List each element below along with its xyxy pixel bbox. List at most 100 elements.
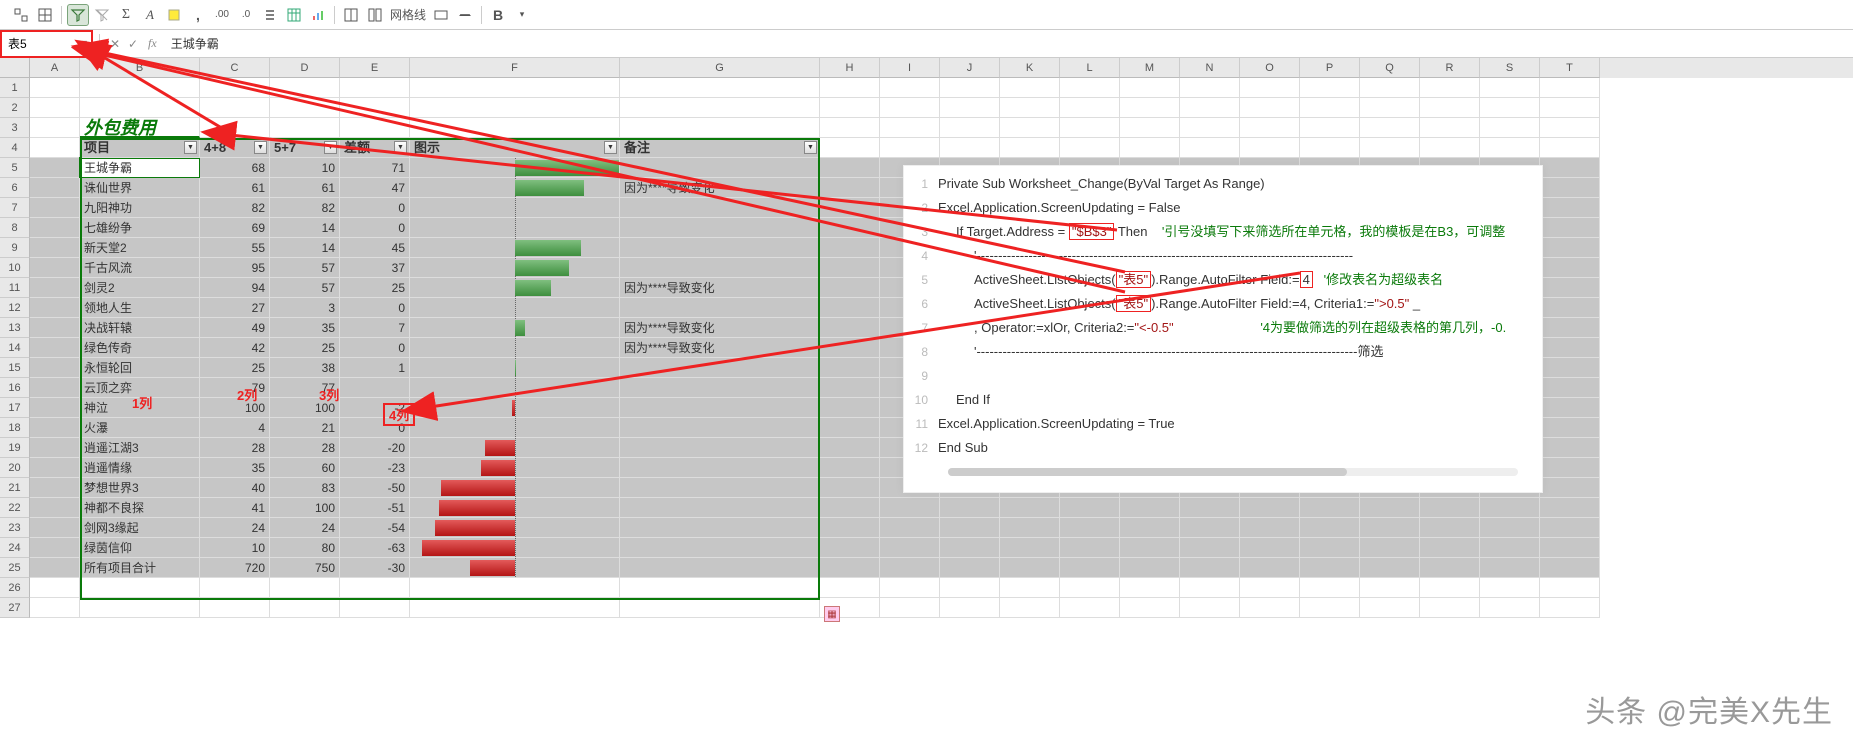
cell[interactable] (1540, 418, 1600, 438)
cell[interactable] (410, 378, 620, 398)
cell[interactable] (30, 338, 80, 358)
cell[interactable] (620, 258, 820, 278)
cell[interactable]: 750 (270, 558, 340, 578)
list-button[interactable] (259, 4, 281, 26)
col-header[interactable]: M (1120, 58, 1180, 78)
cell[interactable] (30, 398, 80, 418)
col-header[interactable]: A (30, 58, 80, 78)
cell[interactable]: 梦想世界3 (80, 478, 200, 498)
row-header[interactable]: 11 (0, 278, 30, 298)
cell[interactable] (820, 458, 880, 478)
cell[interactable]: 100 (200, 398, 270, 418)
cell[interactable] (1300, 558, 1360, 578)
cell[interactable] (940, 78, 1000, 98)
cell[interactable]: 71 (340, 158, 410, 178)
col-header[interactable]: D (270, 58, 340, 78)
cell[interactable] (270, 78, 340, 98)
cell[interactable] (1060, 498, 1120, 518)
cell[interactable] (410, 118, 620, 138)
cell[interactable] (620, 358, 820, 378)
row-header[interactable]: 17 (0, 398, 30, 418)
toolbar-btn-2[interactable] (34, 4, 56, 26)
cell[interactable]: 40 (200, 478, 270, 498)
cell[interactable] (1540, 338, 1600, 358)
cell[interactable]: 47 (340, 178, 410, 198)
cell[interactable] (820, 418, 880, 438)
cell[interactable] (30, 538, 80, 558)
filter-dropdown[interactable]: ▼ (254, 141, 267, 154)
col-header[interactable]: B (80, 58, 200, 78)
filter-dropdown[interactable]: ▼ (184, 141, 197, 154)
cell[interactable] (410, 238, 620, 258)
row-header[interactable]: 4 (0, 138, 30, 158)
cell[interactable] (880, 498, 940, 518)
cell[interactable] (1480, 578, 1540, 598)
cell[interactable] (1300, 118, 1360, 138)
cell[interactable] (410, 178, 620, 198)
cell[interactable] (620, 518, 820, 538)
cell[interactable] (820, 78, 880, 98)
filter-dropdown[interactable]: ▼ (604, 141, 617, 154)
cell[interactable] (1240, 98, 1300, 118)
cell[interactable] (820, 178, 880, 198)
col-header[interactable]: E (340, 58, 410, 78)
cell[interactable] (1120, 558, 1180, 578)
cell[interactable]: 61 (270, 178, 340, 198)
cell[interactable] (620, 378, 820, 398)
cell[interactable] (1000, 498, 1060, 518)
cell[interactable] (620, 98, 820, 118)
cell[interactable] (620, 538, 820, 558)
cell[interactable] (940, 538, 1000, 558)
fx-icon[interactable]: fx (142, 36, 163, 51)
cell[interactable] (1120, 578, 1180, 598)
cell[interactable] (820, 338, 880, 358)
cell[interactable] (1240, 138, 1300, 158)
cell[interactable] (620, 478, 820, 498)
cell[interactable]: 38 (270, 358, 340, 378)
row-header[interactable]: 12 (0, 298, 30, 318)
cell[interactable]: 83 (270, 478, 340, 498)
cell[interactable] (1540, 98, 1600, 118)
col-header[interactable]: N (1180, 58, 1240, 78)
filter-button[interactable] (67, 4, 89, 26)
cell[interactable] (1360, 118, 1420, 138)
cell[interactable] (1180, 138, 1240, 158)
cell[interactable] (1180, 498, 1240, 518)
col-header[interactable]: O (1240, 58, 1300, 78)
cell[interactable] (1420, 498, 1480, 518)
cell[interactable] (1060, 558, 1120, 578)
cell[interactable] (410, 98, 620, 118)
cell[interactable] (1540, 298, 1600, 318)
cell[interactable] (620, 498, 820, 518)
cell[interactable] (880, 538, 940, 558)
cell[interactable] (1060, 98, 1120, 118)
cell[interactable]: 95 (200, 258, 270, 278)
cell[interactable] (820, 578, 880, 598)
cell[interactable] (1120, 78, 1180, 98)
cell[interactable] (410, 278, 620, 298)
cell[interactable]: 剑网3缘起 (80, 518, 200, 538)
row-header[interactable]: 26 (0, 578, 30, 598)
cell[interactable] (620, 118, 820, 138)
cell[interactable] (1480, 558, 1540, 578)
cell[interactable]: 7 (340, 318, 410, 338)
cell[interactable]: 九阳神功 (80, 198, 200, 218)
cell[interactable]: -51 (340, 498, 410, 518)
cell[interactable] (1300, 138, 1360, 158)
cell[interactable] (1360, 518, 1420, 538)
cell[interactable]: 61 (200, 178, 270, 198)
cell[interactable] (1420, 78, 1480, 98)
cell[interactable] (880, 518, 940, 538)
cell[interactable] (1000, 598, 1060, 618)
cell[interactable]: 差额▼ (340, 138, 410, 158)
filter-dropdown[interactable]: ▼ (804, 141, 817, 154)
cell[interactable]: 25 (270, 338, 340, 358)
formula-input[interactable]: 王城争霸 (163, 35, 1853, 52)
cell[interactable]: 逍遥情缘 (80, 458, 200, 478)
cell[interactable] (1420, 578, 1480, 598)
cell[interactable] (1360, 558, 1420, 578)
cell[interactable]: 60 (270, 458, 340, 478)
cell[interactable] (1000, 518, 1060, 538)
cell[interactable]: 逍遥江湖3 (80, 438, 200, 458)
cell[interactable] (1540, 438, 1600, 458)
